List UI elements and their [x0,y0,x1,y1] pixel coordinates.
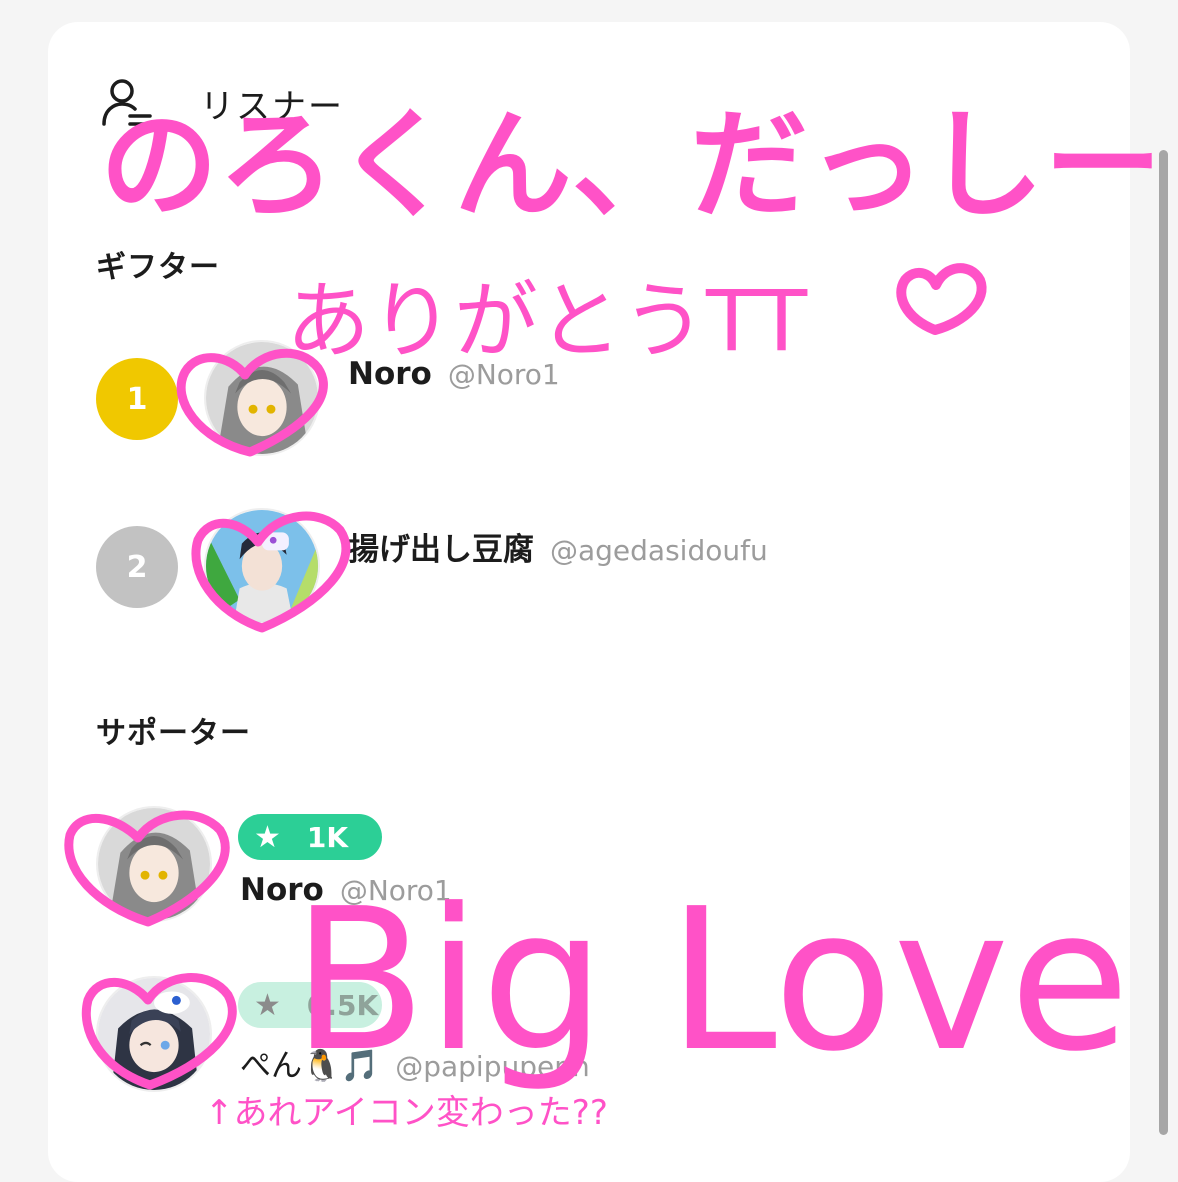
support-amount: 0.5K [306,988,379,1022]
rank-badge-2: 2 [96,526,178,608]
user-handle: @Noro1 [447,358,560,391]
avatar[interactable] [204,340,320,456]
user-name: Noro [240,872,324,908]
user-handle: @papipupenn [395,1050,590,1083]
rank-badge-1: 1 [96,358,178,440]
list-item[interactable]: Noro @Noro1 [348,356,560,392]
scrollbar[interactable] [1159,150,1168,1135]
user-name: 揚げ出し豆腐 [348,532,534,568]
support-badge: ★ 1K [238,814,382,860]
page-title: リスナー [200,86,344,127]
person-list-icon [100,76,154,130]
panel-header: リスナー [100,76,344,130]
masked-avatar-icon [206,510,318,622]
listener-panel [48,22,1130,1182]
user-name: ぺん🐧🎵 [240,1048,380,1084]
list-item[interactable]: Noro @Noro1 [240,872,452,908]
star-icon: ★ [254,819,281,855]
support-amount: 1K [306,820,349,854]
support-badge: ★ 0.5K [238,982,382,1028]
list-item[interactable]: ぺん🐧🎵 @papipupenn [240,1040,590,1085]
avatar[interactable] [96,806,212,922]
user-handle: @agedasidoufu [550,534,768,567]
gray-hair-avatar-icon [98,808,210,920]
user-handle: @Noro1 [339,874,452,907]
user-name: Noro [348,356,432,392]
avatar[interactable] [96,976,212,1092]
list-item[interactable]: 揚げ出し豆腐 @agedasidoufu [348,524,768,569]
gray-hair-avatar-icon [206,342,318,454]
supporters-section-title: サポーター [96,716,251,751]
gifters-section-title: ギフター [96,250,220,285]
penguin-hat-avatar-icon [98,978,210,1090]
star-icon: ★ [254,987,281,1023]
avatar[interactable] [204,508,320,624]
